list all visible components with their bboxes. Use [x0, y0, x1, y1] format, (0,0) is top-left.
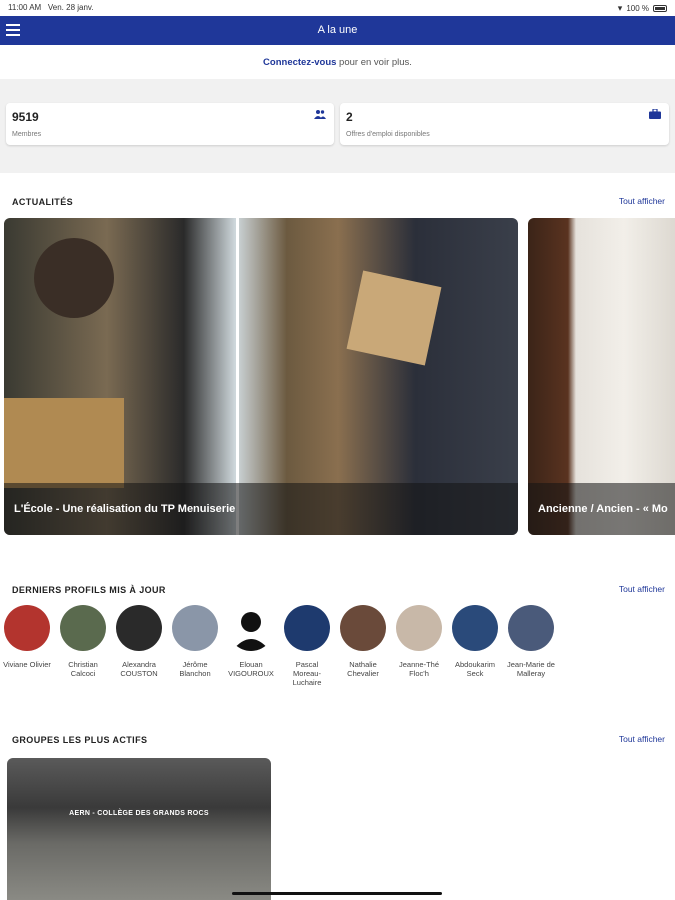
profile-name: Jeanne-Thé Floc'h: [398, 660, 440, 678]
news-photo-birdhouse: [346, 270, 442, 366]
avatar: [116, 605, 162, 651]
news-caption: Ancienne / Ancien - « Mo: [528, 483, 675, 535]
profile-item[interactable]: Pascal Moreau-Luchaire: [281, 605, 333, 687]
avatar: [508, 605, 554, 651]
avatar: [4, 605, 50, 651]
jobs-card[interactable]: 2 Offres d'emploi disponibles: [340, 103, 669, 145]
group-title: AERN - COLLÈGE DES GRANDS ROCS: [69, 810, 209, 817]
profile-item[interactable]: Christian Calcoci: [57, 605, 109, 678]
profile-item[interactable]: Nathalie Chevalier: [337, 605, 389, 678]
profile-name: Christian Calcoci: [68, 660, 98, 678]
profile-name: Jean-Marie de Malleray: [507, 660, 555, 678]
wifi-icon: ▾: [617, 3, 623, 13]
connect-link[interactable]: Connectez-vous: [263, 57, 336, 68]
profile-item[interactable]: Jeanne-Thé Floc'h: [393, 605, 445, 678]
profile-name: Pascal Moreau-Luchaire: [292, 660, 322, 687]
profile-item[interactable]: Viviane Olivier: [1, 605, 53, 669]
avatar: [340, 605, 386, 651]
app-bar: A la une: [0, 16, 675, 45]
jobs-label: Offres d'emploi disponibles: [346, 131, 430, 138]
battery-icon: [653, 5, 667, 12]
news-photo-woodbox: [4, 398, 124, 488]
avatar: [172, 605, 218, 651]
news-section-title: ACTUALITÉS: [12, 197, 73, 207]
news-see-all-link[interactable]: Tout afficher: [619, 196, 665, 206]
status-bar: 11:00 AM Ven. 28 janv. ▾ 100 %: [0, 0, 675, 16]
profile-item[interactable]: Jérôme Blanchon: [169, 605, 221, 678]
profile-name: Abdoukarim Seck: [454, 660, 496, 678]
members-count: 9519: [12, 110, 39, 124]
profile-name: Jérôme Blanchon: [179, 660, 211, 678]
groups-see-all-link[interactable]: Tout afficher: [619, 734, 665, 744]
news-card[interactable]: Ancienne / Ancien - « Mo: [528, 218, 675, 535]
profiles-section-title: DERNIERS PROFILS MIS À JOUR: [12, 585, 166, 595]
avatar: [228, 605, 274, 651]
profile-name: Nathalie Chevalier: [347, 660, 379, 678]
members-card[interactable]: 9519 Membres: [6, 103, 334, 145]
avatar: [60, 605, 106, 651]
news-photo-person: [34, 238, 114, 318]
briefcase-icon: [649, 108, 661, 119]
profiles-list: Viviane Olivier Christian Calcoci Alexan…: [0, 605, 675, 695]
profile-item[interactable]: Elouan VIGOUROUX: [225, 605, 277, 678]
home-indicator: [232, 892, 442, 895]
status-time-date: 11:00 AM Ven. 28 janv.: [8, 3, 94, 12]
page-title: A la une: [317, 24, 358, 36]
profile-name: Viviane Olivier: [3, 660, 51, 669]
status-right: ▾ 100 %: [618, 3, 667, 14]
news-card[interactable]: L'École - Une réalisation du TP Menuiser…: [4, 218, 518, 535]
connect-banner: Connectez-vous pour en voir plus.: [0, 45, 675, 79]
groups-section-title: GROUPES LES PLUS ACTIFS: [12, 735, 148, 745]
profiles-see-all-link[interactable]: Tout afficher: [619, 584, 665, 594]
profile-name: Alexandra COUSTON: [120, 660, 158, 678]
status-time: 11:00 AM: [8, 3, 42, 12]
people-icon: [314, 109, 326, 119]
battery-level: 100 %: [626, 4, 649, 13]
stats-area: 9519 Membres 2 Offres d'emploi disponibl…: [0, 79, 675, 173]
members-label: Membres: [12, 131, 42, 138]
connect-text: pour en voir plus.: [336, 57, 412, 68]
profile-item[interactable]: Alexandra COUSTON: [113, 605, 165, 678]
jobs-count: 2: [346, 110, 353, 124]
avatar: [452, 605, 498, 651]
status-date: Ven. 28 janv.: [47, 3, 94, 12]
profile-item[interactable]: Jean-Marie de Malleray: [505, 605, 557, 678]
avatar: [396, 605, 442, 651]
profile-item[interactable]: Abdoukarim Seck: [449, 605, 501, 678]
group-card[interactable]: AERN - COLLÈGE DES GRANDS ROCS: [7, 758, 271, 900]
profile-name: Elouan VIGOUROUX: [228, 660, 274, 678]
avatar: [284, 605, 330, 651]
news-caption: L'École - Une réalisation du TP Menuiser…: [4, 483, 518, 535]
